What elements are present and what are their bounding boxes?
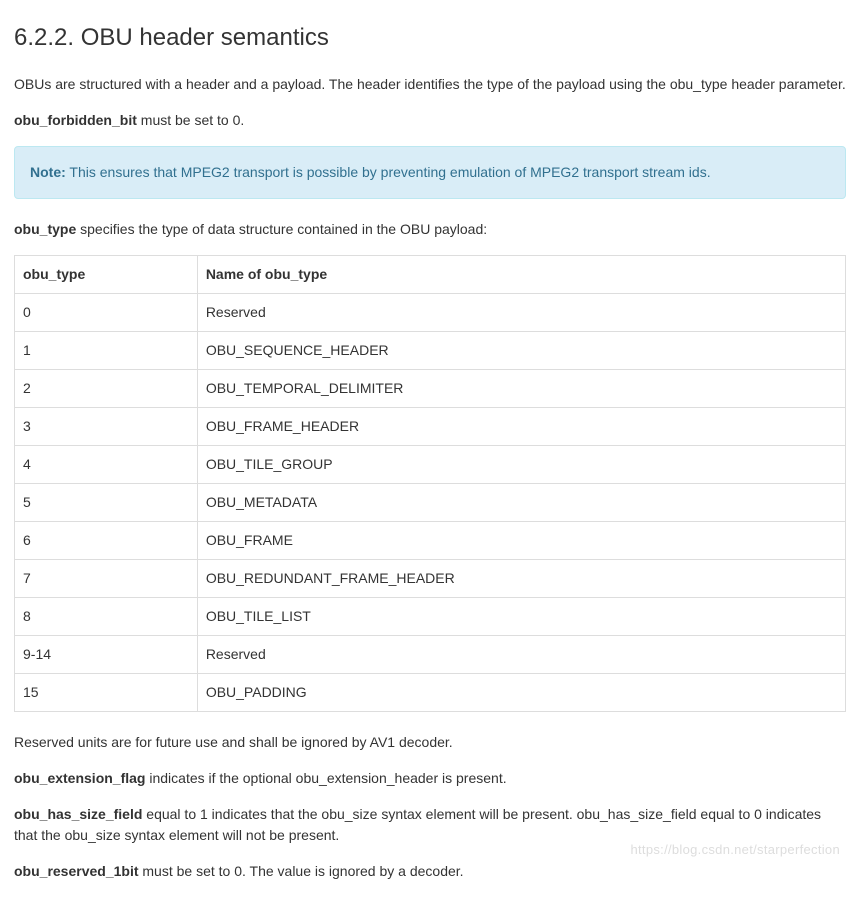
table-cell-obu-type: 4 (15, 446, 198, 484)
table-row: 6OBU_FRAME (15, 522, 846, 560)
table-cell-name: OBU_METADATA (197, 484, 845, 522)
has-size-field-paragraph: obu_has_size_field equal to 1 indicates … (14, 804, 846, 846)
table-cell-obu-type: 2 (15, 370, 198, 408)
obu-type-intro-text: specifies the type of data structure con… (76, 221, 487, 237)
obu-type-intro: obu_type specifies the type of data stru… (14, 219, 846, 240)
forbidden-bit-paragraph: obu_forbidden_bit must be set to 0. (14, 110, 846, 131)
note-text: This ensures that MPEG2 transport is pos… (66, 164, 711, 180)
table-row: 8OBU_TILE_LIST (15, 598, 846, 636)
table-cell-name: OBU_TILE_LIST (197, 598, 845, 636)
obu-type-table: obu_type Name of obu_type 0Reserved1OBU_… (14, 255, 846, 712)
term-obu-extension-flag: obu_extension_flag (14, 770, 145, 786)
term-obu-forbidden-bit: obu_forbidden_bit (14, 112, 137, 128)
table-cell-obu-type: 3 (15, 408, 198, 446)
term-obu-type: obu_type (14, 221, 76, 237)
table-cell-obu-type: 5 (15, 484, 198, 522)
intro-paragraph: OBUs are structured with a header and a … (14, 74, 846, 95)
table-cell-obu-type: 9-14 (15, 636, 198, 674)
reserved-note: Reserved units are for future use and sh… (14, 732, 846, 753)
table-row: 7OBU_REDUNDANT_FRAME_HEADER (15, 560, 846, 598)
table-cell-name: Reserved (197, 636, 845, 674)
section-heading: 6.2.2. OBU header semantics (14, 20, 846, 56)
table-row: 5OBU_METADATA (15, 484, 846, 522)
table-row: 4OBU_TILE_GROUP (15, 446, 846, 484)
table-cell-obu-type: 15 (15, 674, 198, 712)
table-cell-name: OBU_REDUNDANT_FRAME_HEADER (197, 560, 845, 598)
table-cell-name: Reserved (197, 294, 845, 332)
table-row: 3OBU_FRAME_HEADER (15, 408, 846, 446)
reserved-1bit-paragraph: obu_reserved_1bit must be set to 0. The … (14, 861, 846, 882)
note-label: Note: (30, 164, 66, 180)
table-row: 0Reserved (15, 294, 846, 332)
table-cell-obu-type: 7 (15, 560, 198, 598)
extension-flag-text: indicates if the optional obu_extension_… (145, 770, 506, 786)
table-row: 1OBU_SEQUENCE_HEADER (15, 332, 846, 370)
table-cell-name: OBU_FRAME_HEADER (197, 408, 845, 446)
table-row: 9-14Reserved (15, 636, 846, 674)
table-header-col1: obu_type (15, 256, 198, 294)
table-cell-name: OBU_TEMPORAL_DELIMITER (197, 370, 845, 408)
table-row: 2OBU_TEMPORAL_DELIMITER (15, 370, 846, 408)
table-cell-name: OBU_SEQUENCE_HEADER (197, 332, 845, 370)
note-box: Note: This ensures that MPEG2 transport … (14, 146, 846, 199)
table-cell-obu-type: 1 (15, 332, 198, 370)
extension-flag-paragraph: obu_extension_flag indicates if the opti… (14, 768, 846, 789)
forbidden-bit-text: must be set to 0. (137, 112, 244, 128)
table-cell-obu-type: 8 (15, 598, 198, 636)
table-cell-name: OBU_TILE_GROUP (197, 446, 845, 484)
table-row: 15OBU_PADDING (15, 674, 846, 712)
table-cell-obu-type: 0 (15, 294, 198, 332)
table-header-row: obu_type Name of obu_type (15, 256, 846, 294)
table-cell-obu-type: 6 (15, 522, 198, 560)
table-cell-name: OBU_PADDING (197, 674, 845, 712)
table-cell-name: OBU_FRAME (197, 522, 845, 560)
table-header-col2: Name of obu_type (197, 256, 845, 294)
term-obu-has-size-field: obu_has_size_field (14, 806, 142, 822)
